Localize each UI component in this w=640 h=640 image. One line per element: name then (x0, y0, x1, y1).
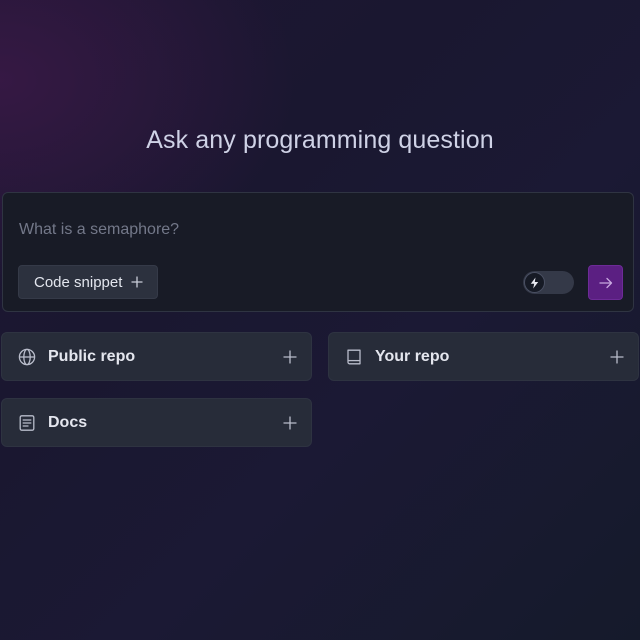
public-repo-label: Public repo (48, 347, 136, 365)
code-snippet-button[interactable]: Code snippet (18, 265, 159, 299)
fast-mode-toggle[interactable] (523, 271, 574, 294)
toggle-knob (524, 272, 545, 293)
plus-icon (282, 415, 298, 431)
lightning-bolt-icon (529, 277, 540, 289)
your-repo-label: Your repo (375, 347, 450, 365)
send-button[interactable] (588, 265, 623, 300)
question-input[interactable] (17, 217, 581, 243)
public-repo-card[interactable]: Public repo (1, 332, 312, 381)
plus-icon (131, 276, 144, 288)
question-box: Code snippet (2, 192, 634, 312)
plus-icon (282, 349, 298, 365)
docs-card[interactable]: Docs (1, 398, 312, 447)
globe-icon (18, 348, 36, 366)
plus-icon (609, 349, 625, 365)
document-icon (18, 414, 36, 432)
docs-label: Docs (48, 413, 88, 431)
code-snippet-label: Code snippet (34, 273, 123, 291)
book-icon (345, 348, 363, 366)
arrow-right-icon (598, 277, 613, 289)
your-repo-card[interactable]: Your repo (328, 332, 639, 381)
page-heading: Ask any programming question (146, 126, 494, 154)
